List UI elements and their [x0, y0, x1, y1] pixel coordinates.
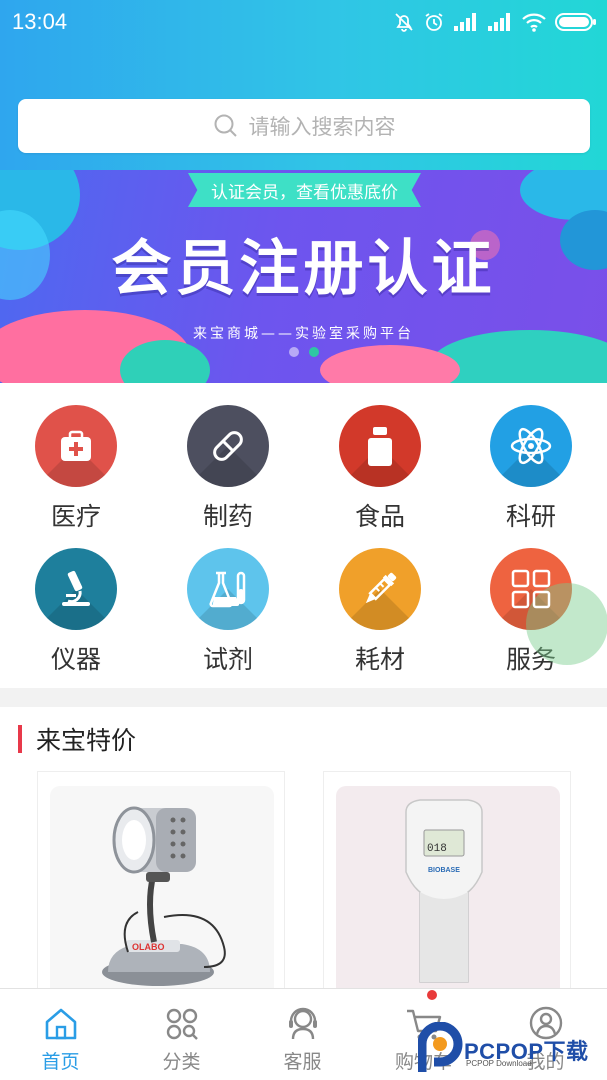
lamp-heater-product-image: OLABO: [102, 806, 226, 986]
signal-icon: [488, 13, 510, 31]
category-food[interactable]: 食品: [320, 405, 440, 533]
pipette-controller-product-image: 018 BIOBASE: [405, 799, 483, 983]
section-title: 来宝特价: [18, 724, 137, 755]
pipette-icon: [339, 548, 421, 630]
header: 13:04 请输入搜索内容: [0, 0, 607, 170]
status-icons: [393, 8, 597, 36]
category-medical[interactable]: 医疗: [16, 405, 136, 533]
alarm-icon: [425, 13, 443, 31]
category-label: 耗材: [354, 645, 405, 674]
atom-icon: [490, 405, 572, 487]
pagination-dot-active[interactable]: [308, 347, 319, 357]
category-label: 仪器: [50, 645, 101, 674]
category-research[interactable]: 科研: [471, 405, 591, 533]
tab-category[interactable]: 分类: [121, 989, 242, 1080]
product-card[interactable]: 018 BIOBASE: [323, 771, 571, 996]
category-reagents[interactable]: 试剂: [168, 548, 288, 676]
banner-pagination: [0, 347, 607, 357]
section-title-bar: [18, 725, 22, 753]
category-icon: [166, 1008, 198, 1040]
tab-label: 首页: [41, 1051, 80, 1073]
signal-icon: [454, 13, 476, 31]
medical-kit-icon: [35, 405, 117, 487]
battery-icon: [555, 13, 596, 31]
wifi-icon: [522, 13, 546, 32]
category-consumables[interactable]: 耗材: [320, 548, 440, 676]
product-brand-text: OLABO: [132, 942, 165, 952]
microscope-icon: [35, 548, 117, 630]
tab-customer-service[interactable]: 客服: [242, 989, 363, 1080]
watermark: PCPOP下载 PCPOP Download: [418, 1022, 607, 1078]
category-pharma[interactable]: 制药: [168, 405, 288, 533]
flask-icon: [187, 548, 269, 630]
cart-badge-dot: [427, 990, 437, 1000]
banner-title: 会员注册认证: [111, 234, 496, 304]
category-label: 食品: [354, 502, 405, 531]
watermark-subtext: PCPOP Download: [466, 1059, 532, 1068]
home-icon: [45, 1008, 76, 1040]
search-placeholder: 请输入搜索内容: [248, 115, 396, 139]
product-screen-text: 018: [427, 843, 447, 855]
customer-service-icon: [288, 1007, 317, 1040]
category-instruments[interactable]: 仪器: [16, 548, 136, 676]
category-grid: 医疗 制药 食品 科研 仪器 试剂 耗材 服务: [0, 383, 607, 688]
mute-bell-icon: [395, 13, 413, 32]
tab-label: 客服: [283, 1051, 322, 1073]
bottle-icon: [339, 405, 421, 487]
watermark-logo-icon: [418, 1022, 463, 1072]
banner-ribbon: 认证会员，查看优惠底价: [188, 173, 421, 207]
promo-banner[interactable]: 认证会员，查看优惠底价 会员注册认证 来宝商城——实验室采购平台: [0, 170, 607, 383]
category-label: 制药: [202, 502, 253, 531]
tab-home[interactable]: 首页: [0, 989, 121, 1080]
category-label: 试剂: [202, 645, 253, 674]
pill-icon: [187, 405, 269, 487]
app-screen: 13:04 请输入搜索内容 认证会员，查看优惠底价 会员注册认证 来宝商城——实…: [0, 0, 607, 1080]
tab-label: 分类: [162, 1051, 201, 1073]
search-icon: [214, 114, 237, 137]
product-card[interactable]: OLABO: [37, 771, 285, 996]
search-input[interactable]: 请输入搜索内容: [18, 99, 590, 153]
product-brand-text: BIOBASE: [428, 867, 460, 874]
banner-subtitle: 来宝商城——实验室采购平台: [193, 326, 414, 342]
status-bar: 13:04: [0, 0, 607, 44]
category-label: 医疗: [50, 502, 101, 531]
section-title-text: 来宝特价: [36, 726, 137, 755]
specials-section: 来宝特价 OLABO 018 BIOBASE: [0, 707, 607, 996]
pagination-dot[interactable]: [288, 347, 299, 357]
status-time: 13:04: [12, 9, 68, 34]
category-label: 科研: [505, 502, 556, 531]
